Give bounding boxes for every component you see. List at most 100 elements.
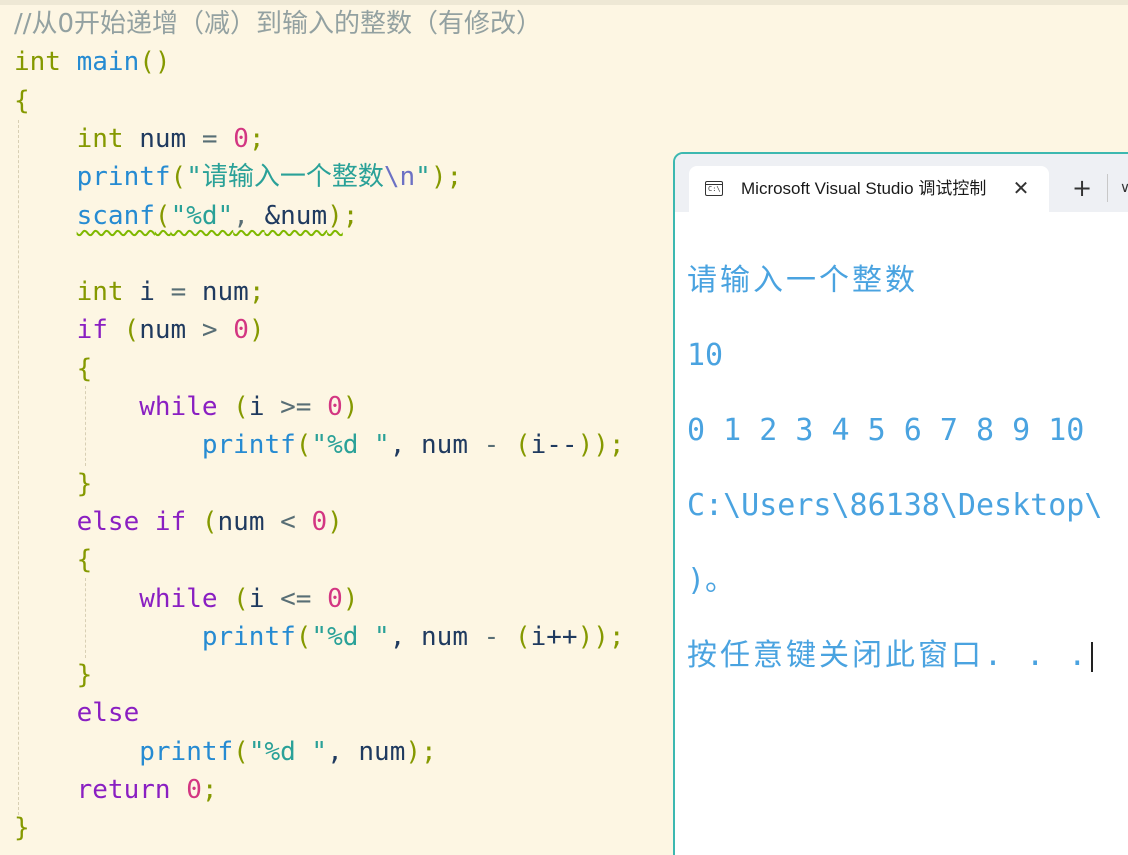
console-titlebar[interactable]: C:\ Microsoft Visual Studio 调试控制台 ✕ + ∨	[675, 154, 1128, 212]
tab-separator	[1107, 174, 1108, 202]
code-token: , num	[389, 621, 484, 652]
code-token: );	[430, 162, 463, 193]
code-token: )	[342, 392, 359, 422]
code-token: ()	[139, 47, 171, 78]
console-line: )。	[687, 563, 736, 598]
code-token: int	[14, 47, 61, 78]
code-token: -	[483, 430, 500, 461]
code-token: (	[233, 736, 249, 767]
code-token: (	[295, 430, 312, 461]
debug-console-window[interactable]: C:\ Microsoft Visual Studio 调试控制台 ✕ + ∨ …	[673, 152, 1128, 855]
code-token: i++	[530, 621, 578, 652]
code-token: num	[139, 315, 202, 346]
code-token: >	[201, 315, 218, 346]
close-icon[interactable]: ✕	[1009, 166, 1033, 212]
code-line: //从0开始递增（减）到输入的整数（有修改）	[14, 5, 542, 43]
chevron-down-icon[interactable]: ∨	[1115, 166, 1128, 210]
console-line: C:\Users\86138\Desktop\	[687, 488, 1103, 523]
code-line: }	[14, 656, 93, 694]
terminal-icon-glyph: C:\	[708, 185, 721, 193]
code-token: 0	[327, 392, 343, 422]
code-line: printf("%d ", num - (i--));	[14, 426, 625, 464]
code-line: printf("请输入一个整数\n");	[14, 158, 463, 196]
code-token: scanf	[76, 200, 155, 231]
code-token: }	[14, 813, 30, 844]
code-token: <=	[280, 583, 312, 614]
code-token: ;	[248, 277, 265, 308]
code-token: )	[342, 583, 359, 614]
code-token: while	[139, 392, 218, 422]
console-line: 请输入一个整数	[687, 263, 918, 298]
code-token: main	[76, 47, 140, 78]
code-token: (	[295, 621, 312, 652]
code-token: >=	[280, 392, 312, 422]
code-token: (	[154, 200, 171, 231]
code-token: {	[76, 545, 93, 576]
code-line: {	[14, 82, 30, 120]
code-token: else if	[76, 506, 187, 537]
code-token: ;	[201, 775, 218, 805]
code-token: (	[201, 506, 218, 537]
code-token: "%d"	[170, 200, 234, 231]
code-token: num	[217, 506, 281, 537]
code-token: <	[280, 506, 296, 537]
code-token: 0	[311, 506, 328, 537]
code-token: -	[483, 621, 500, 652]
code-token: i	[248, 583, 281, 614]
indent-guide-if-block	[85, 386, 86, 466]
code-token: =	[201, 123, 218, 154]
code-line: return 0;	[14, 771, 218, 809]
code-token: (	[170, 162, 187, 193]
code-token: int	[76, 123, 124, 154]
console-tab[interactable]: C:\ Microsoft Visual Studio 调试控制台 ✕	[689, 166, 1049, 212]
code-token: printf	[201, 430, 296, 461]
code-token: "%d "	[311, 430, 390, 461]
code-token: "	[415, 162, 431, 193]
code-line: else	[14, 694, 140, 732]
console-line: 0 1 2 3 4 5 6 7 8 9 10	[687, 413, 1085, 448]
code-token: )	[327, 200, 343, 231]
console-tab-title: Microsoft Visual Studio 调试控制台	[741, 179, 987, 198]
code-token: while	[139, 583, 218, 614]
code-line: int i = num;	[14, 273, 265, 311]
code-token: \n	[383, 162, 416, 193]
code-token: (	[514, 621, 531, 652]
code-line: }	[14, 465, 93, 503]
new-tab-button[interactable]: +	[1067, 166, 1097, 210]
code-token: {	[76, 353, 93, 384]
text-cursor	[1091, 641, 1094, 672]
code-token: 0	[186, 775, 202, 805]
code-token: 0	[233, 123, 249, 154]
code-token: {	[14, 85, 30, 116]
console-output[interactable]: 请输入一个整数 10 0 1 2 3 4 5 6 7 8 9 10 C:\Use…	[687, 224, 1128, 712]
code-token: (	[233, 392, 249, 422]
code-token: );	[405, 736, 437, 767]
code-token: ;	[342, 200, 359, 231]
code-line: {	[14, 541, 93, 579]
console-line: 10	[687, 338, 724, 373]
code-token: "%d "	[248, 736, 328, 767]
code-token: =	[170, 277, 187, 308]
code-token: num	[123, 123, 202, 154]
code-line: printf("%d ", num);	[14, 733, 437, 771]
